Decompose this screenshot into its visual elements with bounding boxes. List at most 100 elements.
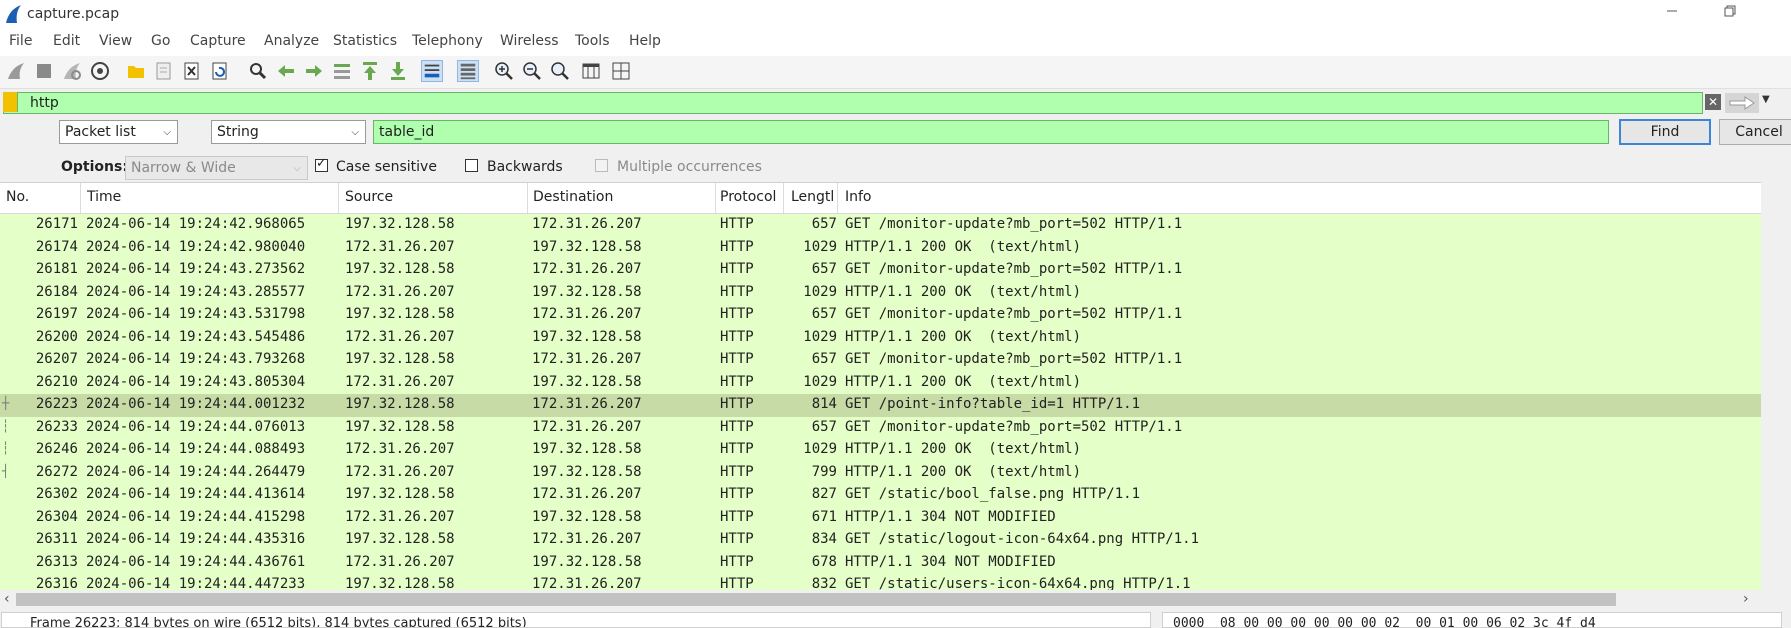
scroll-left-icon[interactable]: ‹: [4, 591, 10, 607]
menu-help[interactable]: Help: [629, 33, 661, 49]
backwards-checkbox[interactable]: [465, 159, 478, 172]
cell-len: 657: [811, 216, 837, 232]
menu-capture[interactable]: Capture: [190, 33, 246, 49]
table-row[interactable]: 26207 2024-06-14 19:24:43.793268 197.32.12…: [0, 349, 1761, 372]
cell-src: 172.31.26.207: [345, 283, 455, 300]
zoom-normal-icon[interactable]: [549, 60, 571, 82]
cell-len: 1029: [803, 441, 837, 457]
cell-dst: 172.31.26.207: [532, 261, 642, 277]
cell-no: 26313: [35, 553, 78, 570]
display-filter-input[interactable]: http: [3, 92, 1703, 114]
resize-columns-icon[interactable]: [580, 60, 602, 82]
stop-capture-icon[interactable]: [33, 60, 55, 82]
table-row[interactable]: 26223 2024-06-14 19:24:44.001232 197.32.12…: [0, 394, 1761, 417]
column-divider[interactable]: [527, 183, 528, 213]
filter-bookmark-icon[interactable]: [3, 92, 18, 112]
save-file-icon[interactable]: [153, 60, 175, 82]
layout-icon[interactable]: [610, 60, 632, 82]
colorize-icon[interactable]: [457, 60, 479, 82]
menu-analyze[interactable]: Analyze: [264, 33, 319, 49]
column-divider[interactable]: [338, 183, 339, 213]
go-last-packet-icon[interactable]: [387, 60, 409, 82]
column-header-protocol[interactable]: Protocol: [720, 189, 776, 205]
table-row[interactable]: 26302 2024-06-14 19:24:44.413614 197.32.12…: [0, 484, 1761, 507]
table-row[interactable]: 26316 2024-06-14 19:24:44.447233 197.32.12…: [0, 574, 1761, 591]
menu-view[interactable]: View: [99, 33, 132, 49]
table-row[interactable]: 26181 2024-06-14 19:24:43.273562 197.32.12…: [0, 259, 1761, 282]
column-header-info[interactable]: Info: [845, 189, 872, 205]
cell-no: 26197: [35, 306, 78, 322]
column-header-time[interactable]: Time: [87, 189, 121, 205]
close-file-icon[interactable]: [181, 60, 203, 82]
cell-dst: 172.31.26.207: [532, 576, 642, 591]
table-row[interactable]: 26184 2024-06-14 19:24:43.285577 172.31.26…: [0, 281, 1761, 304]
restart-capture-icon[interactable]: [61, 60, 83, 82]
search-type-select[interactable]: String ⌵: [211, 120, 366, 144]
menu-file[interactable]: File: [9, 33, 32, 49]
find-button[interactable]: Find: [1619, 119, 1711, 145]
column-divider[interactable]: [837, 183, 838, 213]
find-packet-icon[interactable]: [247, 60, 269, 82]
table-row[interactable]: 26233 2024-06-14 19:24:44.076013 197.32.12…: [0, 416, 1761, 439]
frame-summary: Frame 26223: 814 bytes on wire (6512 bit…: [1, 612, 1151, 628]
go-back-icon[interactable]: [275, 60, 297, 82]
capture-options-icon[interactable]: [89, 60, 111, 82]
table-row[interactable]: 26311 2024-06-14 19:24:44.435316 197.32.12…: [0, 529, 1761, 552]
table-row[interactable]: 26174 2024-06-14 19:24:42.980040 172.31.26…: [0, 236, 1761, 259]
table-row[interactable]: 26246 2024-06-14 19:24:44.088493 172.31.26…: [0, 439, 1761, 462]
table-row[interactable]: 26200 2024-06-14 19:24:43.545486 172.31.26…: [0, 326, 1761, 349]
menu-go[interactable]: Go: [151, 33, 170, 49]
find-string-input[interactable]: table_id: [373, 120, 1609, 144]
scroll-right-icon[interactable]: ›: [1743, 591, 1749, 607]
column-header-source[interactable]: Source: [345, 189, 393, 205]
reload-file-icon[interactable]: [209, 60, 231, 82]
table-row[interactable]: 26304 2024-06-14 19:24:44.415298 172.31.26…: [0, 506, 1761, 529]
case-sensitive-checkbox[interactable]: ✓: [315, 156, 328, 172]
menu-edit[interactable]: Edit: [53, 33, 80, 49]
table-row[interactable]: 26272 2024-06-14 19:24:44.264479 172.31.26…: [0, 461, 1761, 484]
cell-dst: 197.32.128.58: [532, 373, 642, 390]
menu-telephony[interactable]: Telephony: [412, 33, 483, 49]
cell-src: 197.32.128.58: [345, 261, 455, 277]
column-divider[interactable]: [715, 183, 716, 213]
column-divider[interactable]: [783, 183, 784, 213]
cell-src: 172.31.26.207: [345, 463, 455, 480]
cell-no: 26304: [35, 508, 78, 525]
cell-time: 2024-06-14 19:24:43.285577: [86, 283, 306, 300]
search-in-select[interactable]: Packet list ⌵: [59, 120, 178, 144]
minimize-button[interactable]: [1649, 0, 1695, 28]
autoscroll-icon[interactable]: [421, 60, 443, 82]
column-header-destination[interactable]: Destination: [533, 189, 613, 205]
go-to-packet-icon[interactable]: [331, 60, 353, 82]
clear-filter-icon[interactable]: ✕: [1705, 94, 1721, 110]
column-header-no[interactable]: No.: [6, 189, 29, 205]
menu-statistics[interactable]: Statistics: [333, 33, 397, 49]
column-header-length[interactable]: Lengtl: [791, 189, 835, 205]
start-capture-icon[interactable]: [5, 60, 27, 82]
packet-list-horizontal-scrollbar[interactable]: ‹ ›: [0, 590, 1761, 610]
table-row[interactable]: 26197 2024-06-14 19:24:43.531798 197.32.12…: [0, 304, 1761, 327]
menu-tools[interactable]: Tools: [575, 33, 610, 49]
cancel-button[interactable]: Cancel: [1719, 119, 1791, 145]
packet-list[interactable]: No. Time Source Destination Protocol Len…: [0, 182, 1761, 591]
restore-button[interactable]: [1707, 0, 1753, 28]
zoom-in-icon[interactable]: [493, 60, 515, 82]
cell-dst: 197.32.128.58: [532, 508, 642, 525]
apply-filter-icon[interactable]: [1725, 93, 1759, 113]
open-file-icon[interactable]: [125, 60, 147, 82]
cell-src: 197.32.128.58: [345, 486, 455, 502]
scrollbar-thumb[interactable]: [16, 593, 1616, 606]
column-divider[interactable]: [80, 183, 81, 213]
table-row[interactable]: 26313 2024-06-14 19:24:44.436761 172.31.26…: [0, 551, 1761, 574]
go-first-packet-icon[interactable]: [359, 60, 381, 82]
packet-list-vertical-scrollbar[interactable]: [1761, 182, 1791, 590]
menu-wireless[interactable]: Wireless: [500, 33, 559, 49]
zoom-out-icon[interactable]: [521, 60, 543, 82]
cell-time: 2024-06-14 19:24:44.076013: [86, 418, 306, 435]
cell-src: 197.32.128.58: [345, 418, 455, 435]
go-forward-icon[interactable]: [303, 60, 325, 82]
table-row[interactable]: 26171 2024-06-14 19:24:42.968065 197.32.12…: [0, 214, 1761, 237]
table-row[interactable]: 26210 2024-06-14 19:24:43.805304 172.31.26…: [0, 371, 1761, 394]
cell-len: 678: [811, 553, 837, 570]
filter-history-chevron-icon[interactable]: ▼: [1762, 94, 1770, 105]
